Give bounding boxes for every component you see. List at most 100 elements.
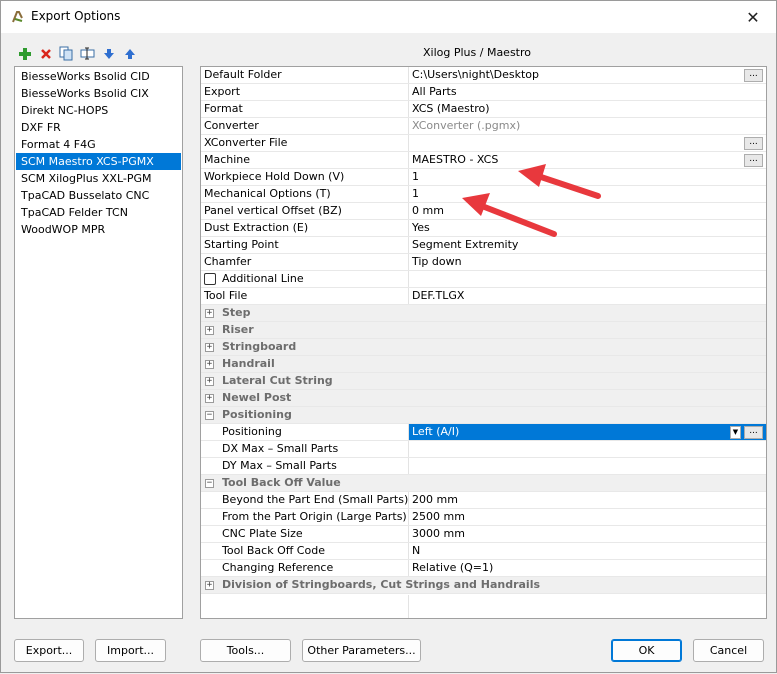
prop-value[interactable]: [408, 271, 766, 287]
prop-value[interactable]: Tip down: [408, 254, 766, 270]
prop-value[interactable]: [408, 458, 766, 474]
prop-dust-extraction[interactable]: Dust Extraction (E) Yes: [201, 220, 766, 237]
browse-button[interactable]: ...: [744, 426, 763, 439]
positioning-select[interactable]: Left (A/I): [408, 424, 766, 440]
prop-label: Format: [204, 102, 243, 115]
expand-icon[interactable]: +: [205, 377, 214, 386]
prop-dy-max[interactable]: DY Max – Small Parts: [201, 458, 766, 475]
prop-value[interactable]: 0 mm: [408, 203, 766, 219]
format-list-item[interactable]: Format 4 F4G: [16, 136, 181, 153]
prop-value[interactable]: 2500 mm: [408, 509, 766, 525]
prop-value[interactable]: N: [408, 543, 766, 559]
prop-value[interactable]: 200 mm: [408, 492, 766, 508]
prop-value[interactable]: Yes: [408, 220, 766, 236]
prop-value[interactable]: C:\Users\night\Desktop: [408, 67, 766, 83]
chevron-down-icon[interactable]: ▼: [730, 426, 741, 439]
prop-changing-reference[interactable]: Changing Reference Relative (Q=1): [201, 560, 766, 577]
prop-cnc-plate-size[interactable]: CNC Plate Size 3000 mm: [201, 526, 766, 543]
format-list-item[interactable]: Direkt NC-HOPS: [16, 102, 181, 119]
prop-format[interactable]: Format XCS (Maestro): [201, 101, 766, 118]
format-list-item[interactable]: WoodWOP MPR: [16, 221, 181, 238]
prop-value[interactable]: All Parts: [408, 84, 766, 100]
close-icon[interactable]: ✕: [730, 1, 776, 33]
group-stringboard[interactable]: + Stringboard: [201, 339, 766, 356]
group-tool-back-off-value[interactable]: − Tool Back Off Value: [201, 475, 766, 492]
prop-panel-vertical-offset[interactable]: Panel vertical Offset (BZ) 0 mm: [201, 203, 766, 220]
expand-icon[interactable]: +: [205, 326, 214, 335]
format-list-item-selected[interactable]: SCM Maestro XCS-PGMX: [16, 153, 181, 170]
format-list-item[interactable]: BiesseWorks Bsolid CID: [16, 68, 181, 85]
tools-button[interactable]: Tools...: [200, 639, 291, 662]
format-list-item[interactable]: TpaCAD Felder TCN: [16, 204, 181, 221]
format-list-item[interactable]: SCM XilogPlus XXL-PGM: [16, 170, 181, 187]
prop-label: Starting Point: [204, 238, 279, 251]
expand-icon[interactable]: +: [205, 343, 214, 352]
export-button[interactable]: Export...: [14, 639, 84, 662]
prop-export[interactable]: Export All Parts: [201, 84, 766, 101]
expand-icon[interactable]: +: [205, 581, 214, 590]
copy-icon[interactable]: [58, 45, 75, 62]
cancel-button[interactable]: Cancel: [693, 639, 764, 662]
prop-workpiece-hold-down[interactable]: Workpiece Hold Down (V) 1: [201, 169, 766, 186]
expand-icon[interactable]: +: [205, 309, 214, 318]
prop-label: Additional Line: [222, 272, 304, 285]
additional-line-checkbox[interactable]: [204, 273, 216, 285]
group-label: Stringboard: [222, 340, 297, 353]
prop-value[interactable]: [408, 441, 766, 457]
import-button[interactable]: Import...: [95, 639, 166, 662]
prop-tool-file[interactable]: Tool File DEF.TLGX: [201, 288, 766, 305]
prop-value[interactable]: Relative (Q=1): [408, 560, 766, 576]
browse-button[interactable]: ...: [744, 69, 763, 82]
move-up-icon[interactable]: [121, 45, 138, 62]
delete-icon[interactable]: [37, 45, 54, 62]
group-riser[interactable]: + Riser: [201, 322, 766, 339]
prop-value[interactable]: Segment Extremity: [408, 237, 766, 253]
browse-button[interactable]: ...: [744, 154, 763, 167]
prop-additional-line[interactable]: Additional Line: [201, 271, 766, 288]
prop-value[interactable]: XCS (Maestro): [408, 101, 766, 117]
group-positioning[interactable]: − Positioning: [201, 407, 766, 424]
property-grid: Default Folder C:\Users\night\Desktop ..…: [200, 66, 767, 619]
prop-default-folder[interactable]: Default Folder C:\Users\night\Desktop ..…: [201, 67, 766, 84]
prop-value[interactable]: 1: [408, 186, 766, 202]
group-newel-post[interactable]: + Newel Post: [201, 390, 766, 407]
format-list-item[interactable]: TpaCAD Busselato CNC: [16, 187, 181, 204]
ok-button[interactable]: OK: [611, 639, 682, 662]
group-division[interactable]: + Division of Stringboards, Cut Strings …: [201, 577, 766, 594]
prop-beyond-part-end[interactable]: Beyond the Part End (Small Parts) 200 mm: [201, 492, 766, 509]
prop-machine[interactable]: Machine MAESTRO - XCS ...: [201, 152, 766, 169]
prop-positioning[interactable]: Positioning Left (A/I) ▼ ...: [201, 424, 766, 441]
group-step[interactable]: + Step: [201, 305, 766, 322]
prop-value[interactable]: 3000 mm: [408, 526, 766, 542]
format-list-item[interactable]: BiesseWorks Bsolid CIX: [16, 85, 181, 102]
prop-label: Converter: [204, 119, 259, 132]
prop-value[interactable]: [408, 135, 766, 151]
prop-mechanical-options[interactable]: Mechanical Options (T) 1: [201, 186, 766, 203]
prop-dx-max[interactable]: DX Max – Small Parts: [201, 441, 766, 458]
prop-converter[interactable]: Converter XConverter (.pgmx): [201, 118, 766, 135]
prop-value[interactable]: DEF.TLGX: [408, 288, 766, 304]
prop-xconverter-file[interactable]: XConverter File ...: [201, 135, 766, 152]
group-label: Lateral Cut String: [222, 374, 333, 387]
format-list-item[interactable]: DXF FR: [16, 119, 181, 136]
prop-tool-back-off-code[interactable]: Tool Back Off Code N: [201, 543, 766, 560]
prop-starting-point[interactable]: Starting Point Segment Extremity: [201, 237, 766, 254]
expand-icon[interactable]: +: [205, 360, 214, 369]
prop-value[interactable]: 1: [408, 169, 766, 185]
prop-from-part-origin[interactable]: From the Part Origin (Large Parts) 2500 …: [201, 509, 766, 526]
collapse-icon[interactable]: −: [205, 479, 214, 488]
prop-chamfer[interactable]: Chamfer Tip down: [201, 254, 766, 271]
group-handrail[interactable]: + Handrail: [201, 356, 766, 373]
prop-label: DY Max – Small Parts: [222, 459, 337, 472]
group-lateral-cut-string[interactable]: + Lateral Cut String: [201, 373, 766, 390]
rename-icon[interactable]: [79, 45, 96, 62]
group-label: Tool Back Off Value: [222, 476, 341, 489]
add-icon[interactable]: [16, 45, 33, 62]
prop-value[interactable]: MAESTRO - XCS: [408, 152, 766, 168]
move-down-icon[interactable]: [100, 45, 117, 62]
prop-value[interactable]: XConverter (.pgmx): [408, 118, 766, 134]
expand-icon[interactable]: +: [205, 394, 214, 403]
other-parameters-button[interactable]: Other Parameters...: [302, 639, 421, 662]
collapse-icon[interactable]: −: [205, 411, 214, 420]
browse-button[interactable]: ...: [744, 137, 763, 150]
